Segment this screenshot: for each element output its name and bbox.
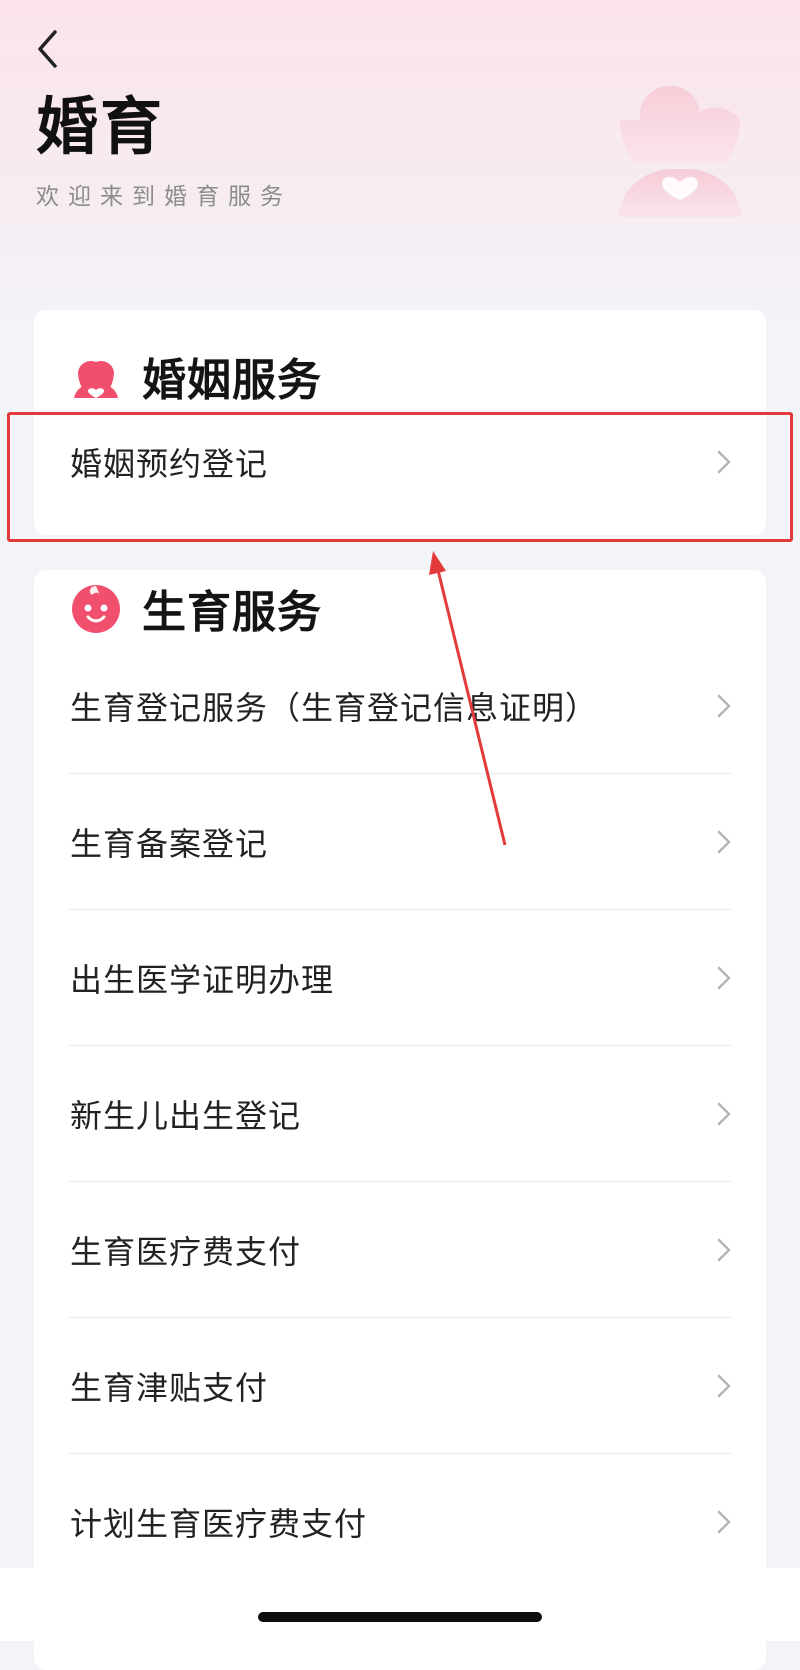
list-item-label: 新生儿出生登记 xyxy=(70,1097,302,1135)
chevron-right-icon xyxy=(717,450,731,474)
list-item-maternity-allowance[interactable]: 生育津贴支付 xyxy=(34,1318,766,1454)
list-item-label: 出生医学证明办理 xyxy=(70,961,335,999)
list-item-maternity-medical-payment[interactable]: 生育医疗费支付 xyxy=(34,1182,766,1318)
home-indicator[interactable] xyxy=(258,1612,542,1622)
list-item-birth-certificate[interactable]: 出生医学证明办理 xyxy=(34,910,766,1046)
page-title: 婚育 xyxy=(36,90,165,163)
list-item-birth-registration[interactable]: 生育登记服务（生育登记信息证明） xyxy=(34,638,766,774)
baby-face-icon xyxy=(72,585,120,633)
chevron-right-icon xyxy=(717,966,731,990)
list-item-label: 计划生育医疗费支付 xyxy=(70,1505,368,1543)
birth-services-card: 生育服务 生育登记服务（生育登记信息证明） 生育备案登记 出生医学证明办理 新生… xyxy=(34,570,766,1670)
birth-section-title: 生育服务 xyxy=(142,587,322,638)
chevron-right-icon xyxy=(717,1238,731,1262)
list-item-birth-filing[interactable]: 生育备案登记 xyxy=(34,774,766,910)
chevron-right-icon xyxy=(717,1510,731,1534)
marriage-services-card: 婚姻服务 婚姻预约登记 xyxy=(34,310,766,535)
chevron-left-icon xyxy=(38,30,57,68)
couple-heart-illustration xyxy=(618,85,742,217)
page-subtitle: 欢迎来到婚育服务 xyxy=(36,184,292,210)
bottom-bar xyxy=(0,1568,800,1641)
list-item-label: 婚姻预约登记 xyxy=(70,445,269,483)
list-item-label: 生育医疗费支付 xyxy=(70,1233,302,1271)
list-item-label: 生育备案登记 xyxy=(70,825,269,863)
chevron-right-icon xyxy=(717,830,731,854)
chevron-right-icon xyxy=(717,1102,731,1126)
list-item-newborn-registration[interactable]: 新生儿出生登记 xyxy=(34,1046,766,1182)
list-item-label: 生育登记服务（生育登记信息证明） xyxy=(70,689,599,727)
list-item-label: 生育津贴支付 xyxy=(70,1369,269,1407)
chevron-right-icon xyxy=(717,1374,731,1398)
list-item-marriage-appointment[interactable]: 婚姻预约登记 xyxy=(34,394,766,530)
chevron-right-icon xyxy=(717,694,731,718)
back-button[interactable] xyxy=(30,24,70,74)
birth-section-header: 生育服务 xyxy=(70,578,322,638)
